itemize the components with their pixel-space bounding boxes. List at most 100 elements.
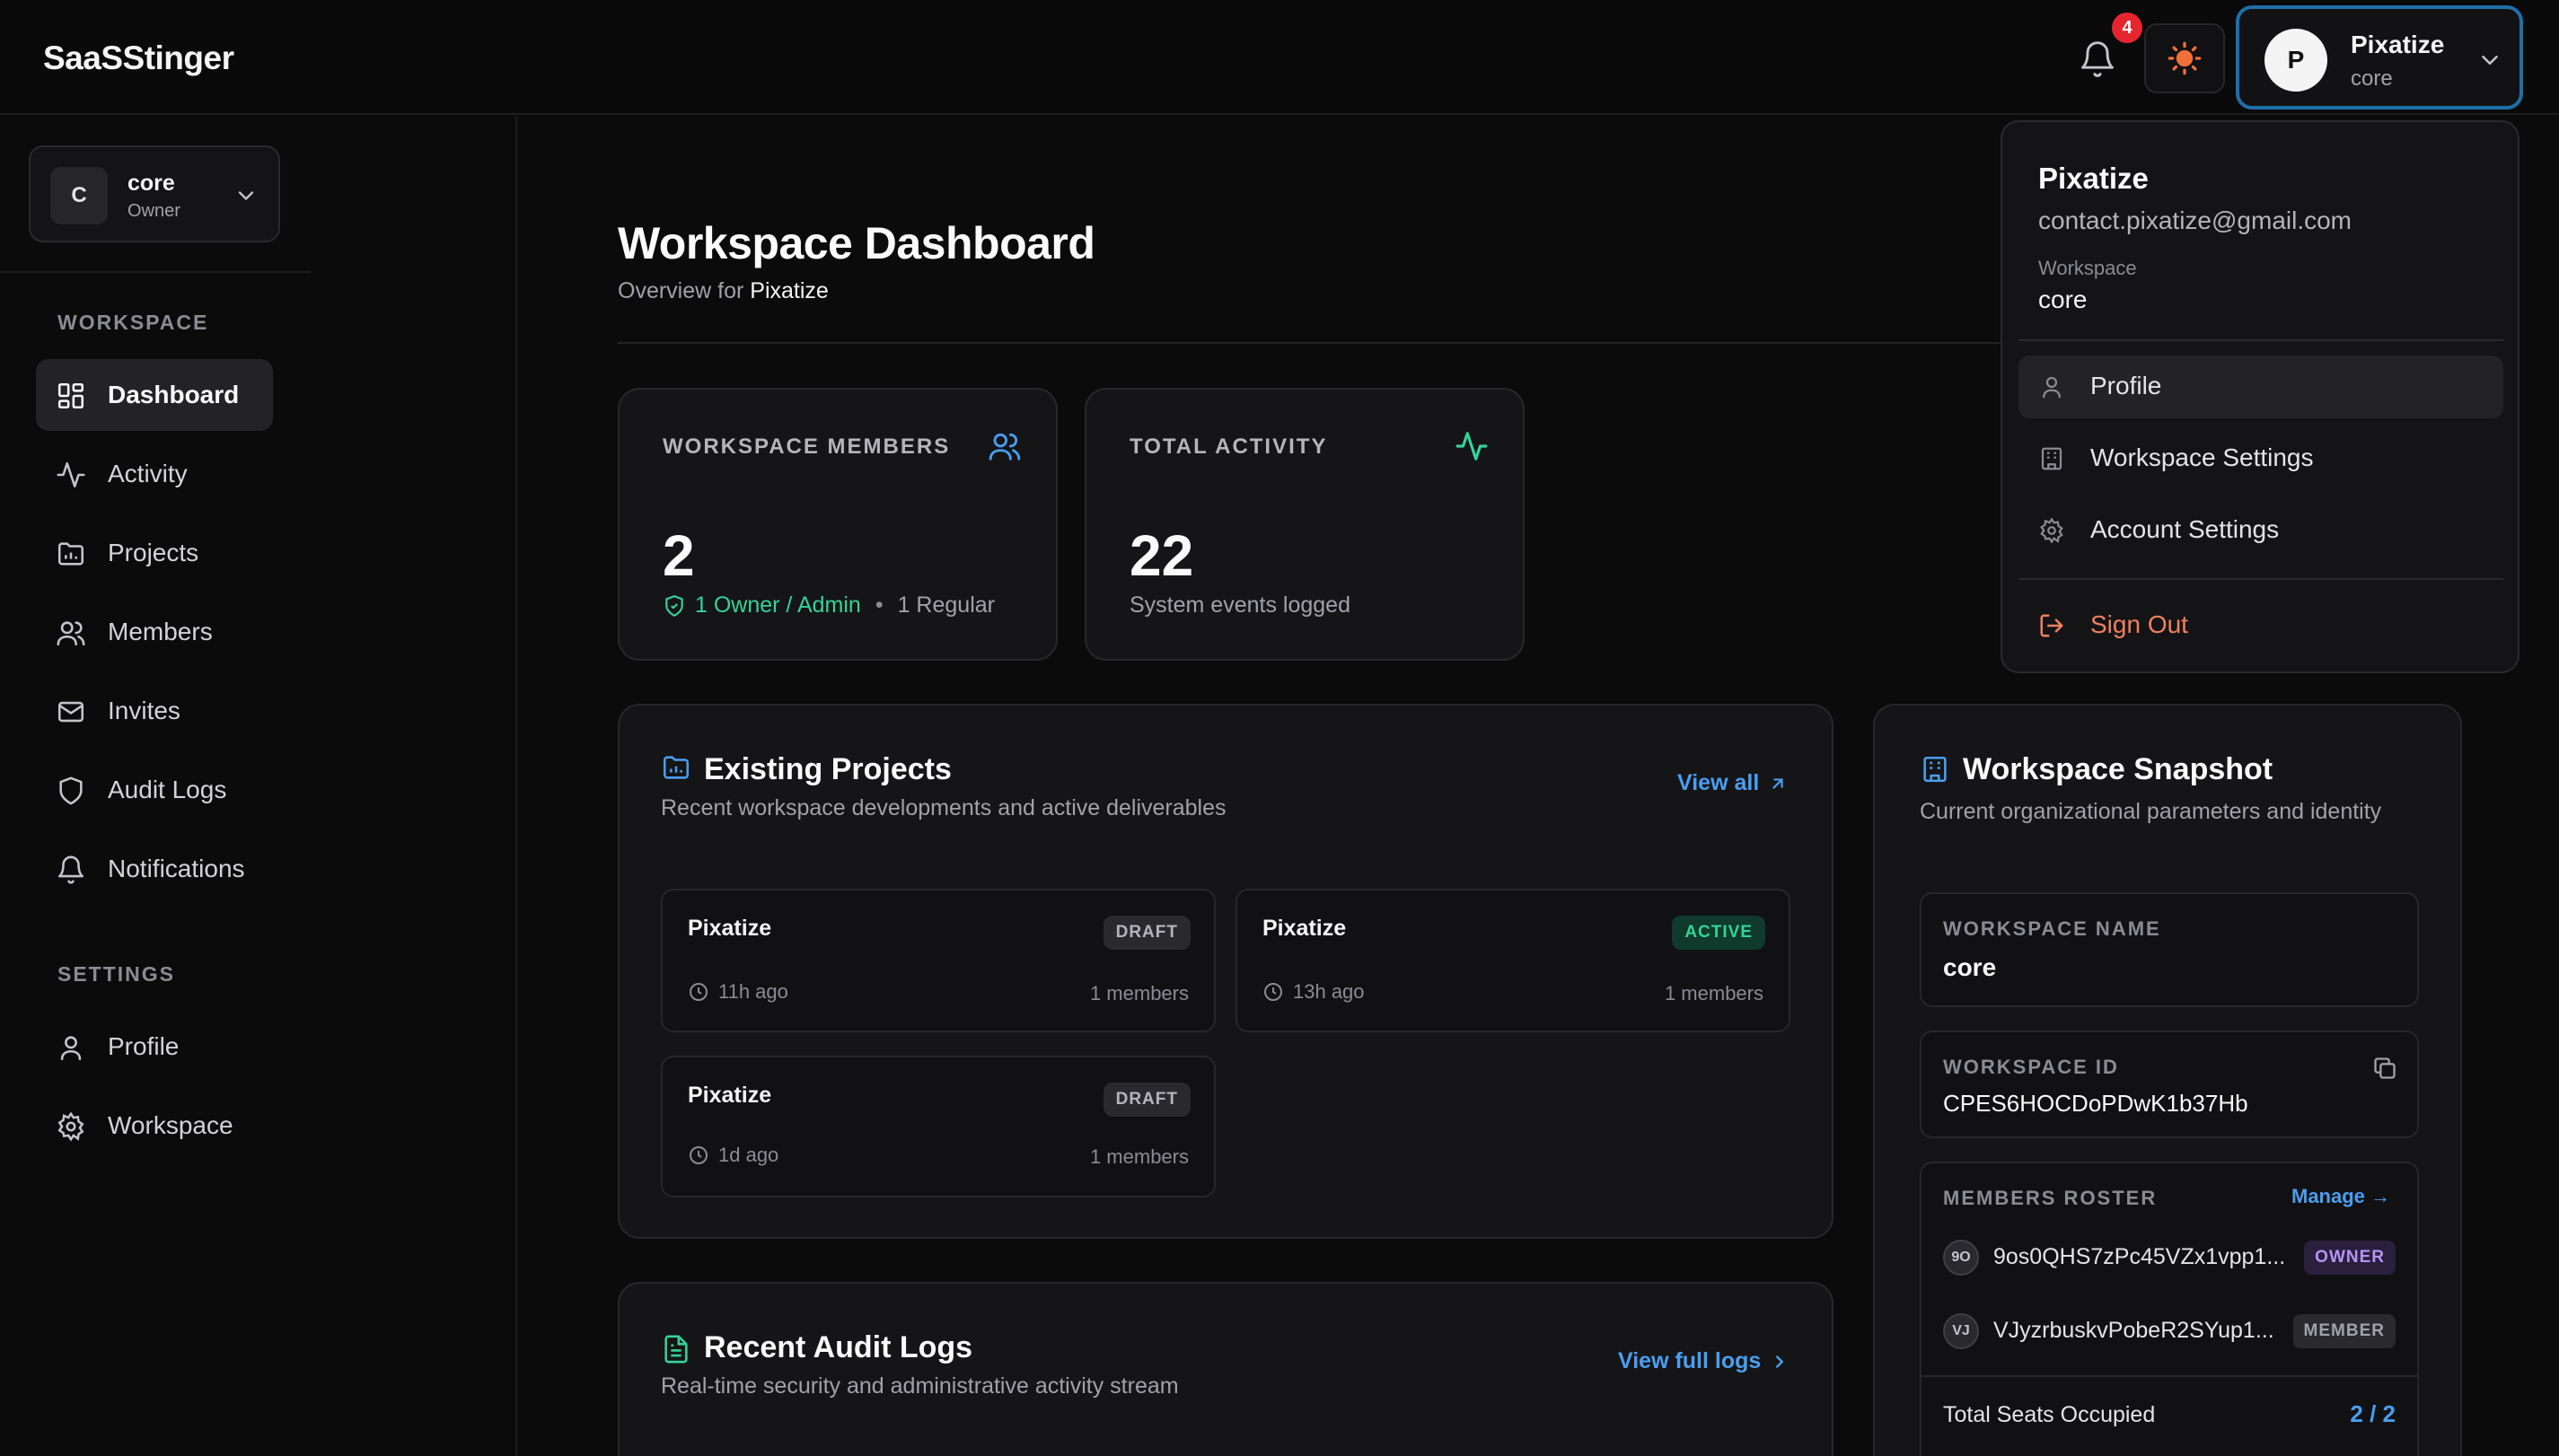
sidebar-item-projects[interactable]: Projects <box>36 517 273 589</box>
field-label: WORKSPACE ID <box>1943 1056 2119 1078</box>
shield-check-icon <box>665 594 683 617</box>
stat-footer: System events logged <box>1130 592 1350 618</box>
dropdown-divider <box>2018 339 2503 341</box>
sidebar-item-label: Dashboard <box>108 381 240 408</box>
dropdown-workspace-value: core <box>2038 285 2088 313</box>
stat-value: 22 <box>1130 523 1194 588</box>
list-item[interactable]: 9O 9os0QHS7zPc45VZx1vpp1... OWNER <box>1943 1235 2401 1280</box>
chevron-down-icon <box>2482 56 2498 65</box>
project-card[interactable]: Pixatize ACTIVE 13h ago 1 members <box>1236 889 1790 1032</box>
sidebar-divider <box>0 271 311 273</box>
project-card[interactable]: Pixatize DRAFT 11h ago 1 members <box>661 889 1216 1032</box>
theme-toggle-button[interactable] <box>2144 23 2225 93</box>
sidebar-section-title: WORKSPACE <box>57 311 209 334</box>
field-value: CPES6HOCDoPDwK1b37Hb <box>1943 1090 2248 1117</box>
project-time-label: 13h ago <box>1293 980 1365 1003</box>
roster-divider <box>1921 1375 2417 1377</box>
activity-icon <box>1455 432 1488 460</box>
mail-icon <box>57 701 84 723</box>
panel-subtitle: Current organizational parameters and id… <box>1920 799 2382 824</box>
sidebar-item-label: Invites <box>108 697 180 724</box>
top-bar: SaaSStinger 4 P Pixatize core <box>0 0 2559 115</box>
member-avatar: VJ <box>1943 1313 1979 1349</box>
chevron-right-icon <box>1776 1355 1784 1368</box>
gear-icon <box>2040 517 2063 544</box>
sidebar-item-label: Members <box>108 618 213 645</box>
shield-icon <box>59 776 83 805</box>
user-workspace: core <box>2351 66 2393 91</box>
sidebar-item-workspace[interactable]: Workspace <box>36 1090 273 1162</box>
sign-out-button[interactable]: Sign Out <box>2018 594 2503 657</box>
existing-projects-panel: Existing Projects Recent workspace devel… <box>618 704 1834 1239</box>
avatar: P <box>2264 29 2327 92</box>
clock-icon <box>690 1146 708 1164</box>
sidebar-item-profile[interactable]: Profile <box>36 1011 273 1083</box>
dropdown-user-email: contact.pixatize@gmail.com <box>2038 206 2352 234</box>
sidebar-item-label: Audit Logs <box>108 776 227 803</box>
menu-item-profile[interactable]: Profile <box>2018 355 2503 418</box>
project-members: 1 members <box>1089 982 1189 1004</box>
workspace-switcher[interactable]: C core Owner <box>29 145 280 242</box>
workspace-avatar: C <box>50 167 108 224</box>
users-icon <box>57 621 85 646</box>
sidebar-item-audit-logs[interactable]: Audit Logs <box>36 754 273 826</box>
list-item[interactable]: VJ VJyzrbuskvPobeR2SYup1... MEMBER <box>1943 1309 2401 1354</box>
sidebar-item-label: Profile <box>108 1032 180 1060</box>
sidebar-item-members[interactable]: Members <box>36 596 273 668</box>
sidebar-section-title: SETTINGS <box>57 962 176 986</box>
user-icon <box>2043 376 2061 399</box>
brand-logo[interactable]: SaaSStinger <box>43 39 234 77</box>
menu-item-label: Account Settings <box>2090 515 2280 543</box>
stat-label: TOTAL ACTIVITY <box>1130 434 1328 459</box>
seats-value: 2 / 2 <box>2350 1400 2396 1427</box>
project-card[interactable]: Pixatize DRAFT 1d ago 1 members <box>661 1056 1216 1197</box>
sidebar-item-dashboard[interactable]: Dashboard <box>36 359 273 431</box>
copy-icon[interactable] <box>2372 1056 2397 1081</box>
workspace-id-field: WORKSPACE ID CPES6HOCDoPDwK1b37Hb <box>1920 1031 2419 1138</box>
arrow-up-right-icon <box>1772 777 1783 789</box>
notification-count-badge: 4 <box>2112 13 2142 43</box>
bell-icon <box>2081 41 2114 77</box>
project-name: Pixatize <box>1262 916 1347 941</box>
log-out-icon <box>2040 614 2063 637</box>
status-badge: DRAFT <box>1103 916 1191 950</box>
total-activity-card: TOTAL ACTIVITY 22 System events logged <box>1085 388 1525 661</box>
workspace-snapshot-panel: Workspace Snapshot Current organizationa… <box>1873 704 2462 1456</box>
gear-icon <box>57 1111 84 1142</box>
building-icon <box>1923 756 1947 783</box>
panel-title: Recent Audit Logs <box>704 1330 973 1364</box>
manage-members-link[interactable]: Manage → <box>2291 1185 2390 1208</box>
role-badge: OWNER <box>2304 1241 2396 1275</box>
sidebar-item-activity[interactable]: Activity <box>36 438 273 510</box>
project-name: Pixatize <box>688 916 772 941</box>
role-badge: MEMBER <box>2292 1314 2396 1348</box>
sidebar-item-notifications[interactable]: Notifications <box>36 833 273 905</box>
stat-value: 2 <box>663 523 695 588</box>
project-members: 1 members <box>1089 1145 1189 1168</box>
field-value: core <box>1943 953 1997 981</box>
subtitle-name: Pixatize <box>750 278 829 303</box>
stat-label: WORKSPACE MEMBERS <box>663 434 951 459</box>
view-full-logs-link[interactable]: View full logs <box>1618 1348 1790 1374</box>
status-badge: DRAFT <box>1103 1083 1191 1117</box>
member-avatar: 9O <box>1943 1240 1979 1276</box>
sidebar-item-invites[interactable]: Invites <box>36 675 273 747</box>
recent-audit-logs-panel: Recent Audit Logs Real-time security and… <box>618 1282 1834 1456</box>
seats-label: Total Seats Occupied <box>1943 1402 2156 1427</box>
page-title: Workspace Dashboard <box>618 218 1095 268</box>
sidebar: C core Owner WORKSPACE Dashboard Activit… <box>0 117 517 1456</box>
menu-item-account-settings[interactable]: Account Settings <box>2018 499 2503 562</box>
notifications-button[interactable] <box>2078 39 2117 79</box>
dropdown-workspace-label: Workspace <box>2038 257 2137 279</box>
building-icon <box>2041 447 2062 470</box>
user-menu-button[interactable]: P Pixatize core <box>2236 5 2523 110</box>
chevron-down-icon <box>238 191 254 200</box>
project-time: 1d ago <box>688 1144 778 1167</box>
panel-title: Workspace Snapshot <box>1963 752 2273 786</box>
menu-item-workspace-settings[interactable]: Workspace Settings <box>2018 427 2503 490</box>
view-all-label: View all <box>1677 770 1760 795</box>
user-dropdown-menu: Pixatize contact.pixatize@gmail.com Work… <box>2001 120 2519 673</box>
activity-icon <box>57 461 85 488</box>
clock-icon <box>1264 983 1282 1001</box>
view-all-link[interactable]: View all <box>1677 770 1788 796</box>
